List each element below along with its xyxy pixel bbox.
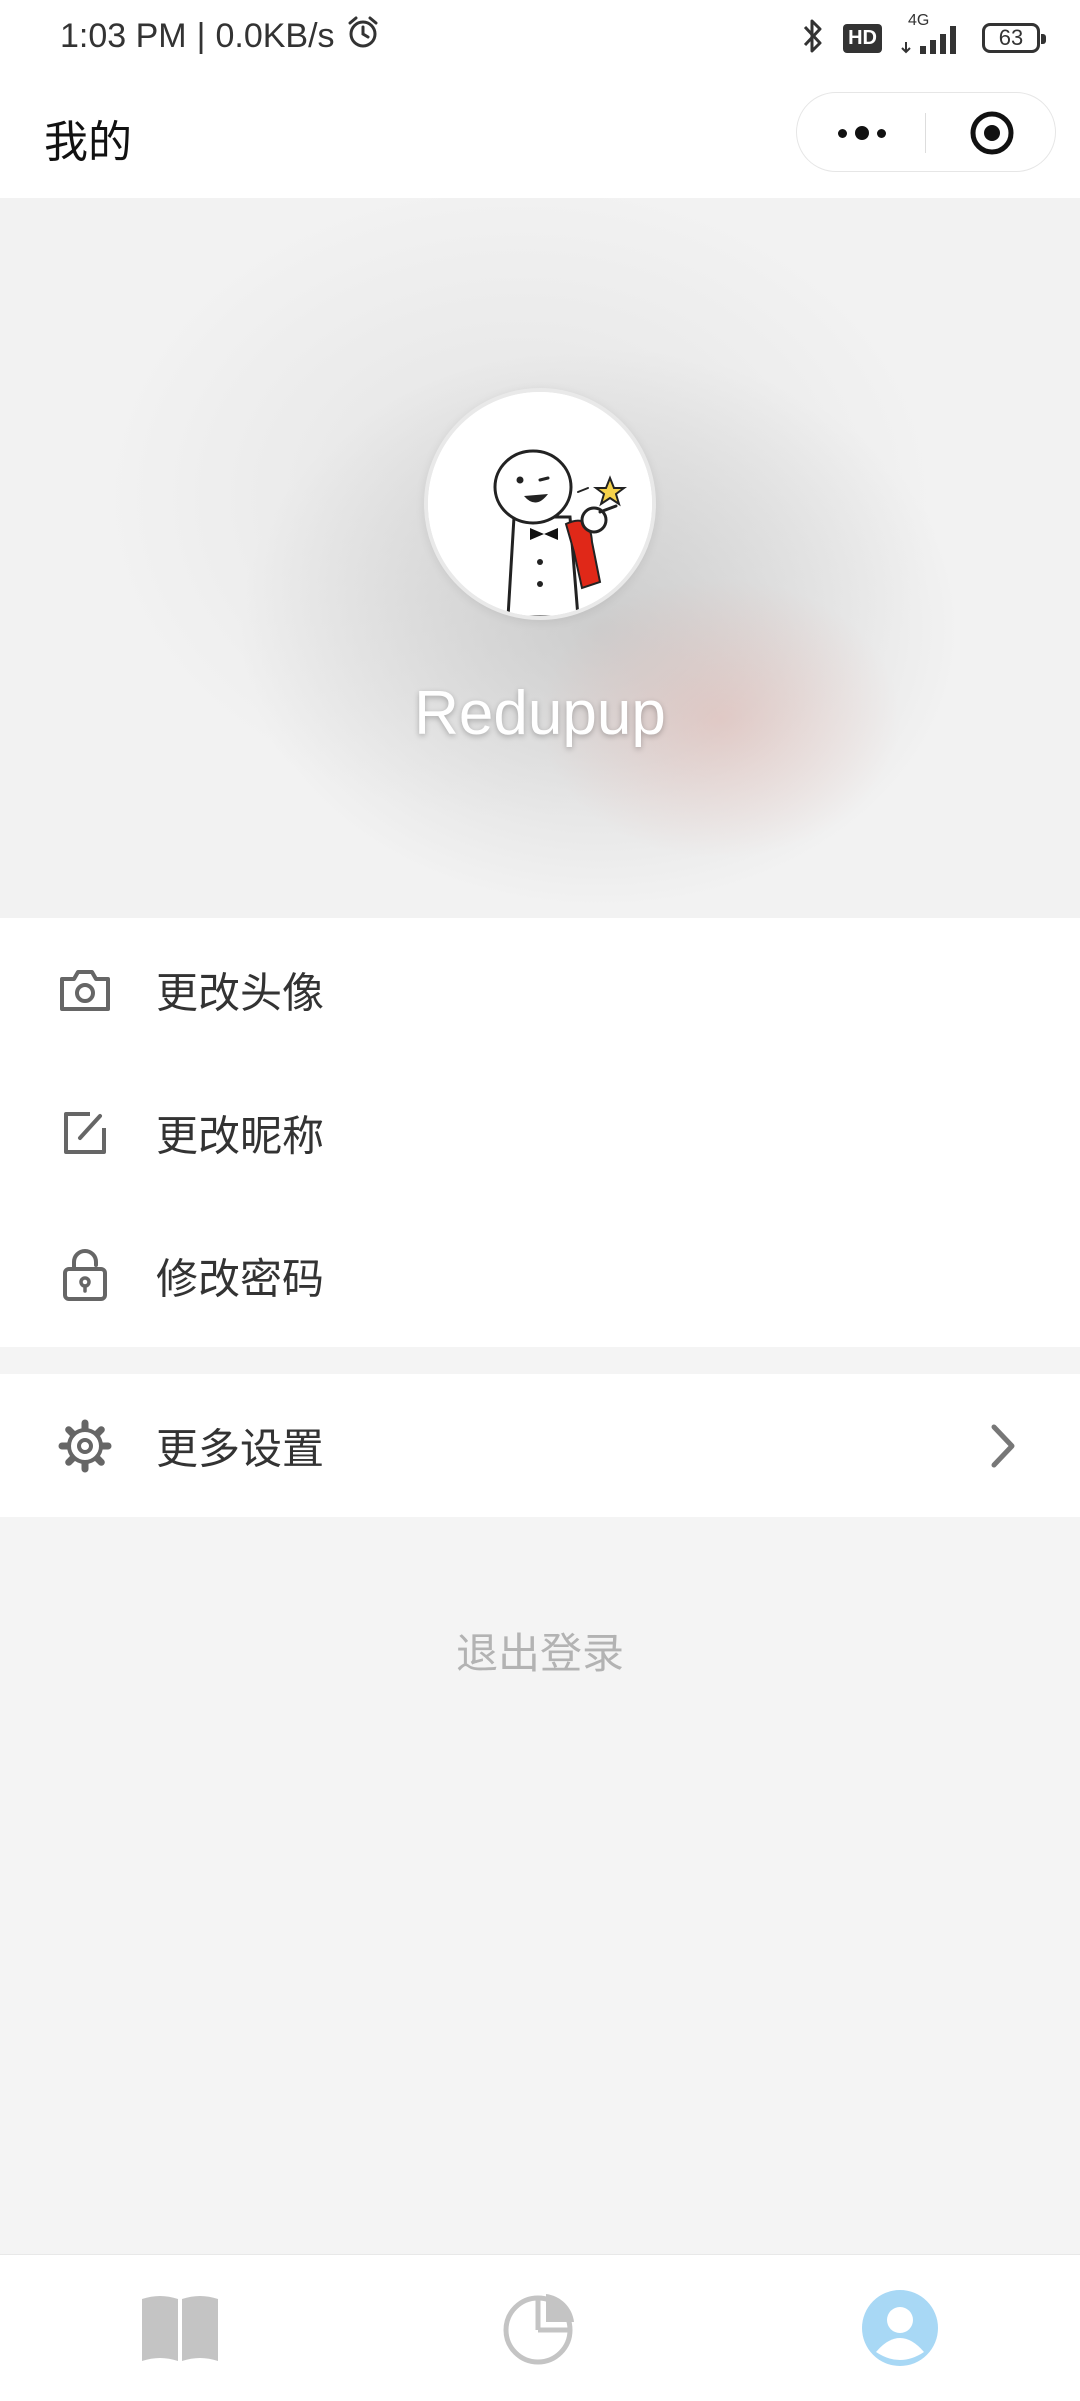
tab-book[interactable] bbox=[0, 2255, 360, 2401]
more-dots-icon[interactable] bbox=[797, 93, 927, 173]
menu-item-label: 更改头像 bbox=[156, 968, 325, 1017]
menu-item-label: 修改密码 bbox=[156, 1254, 325, 1303]
chevron-right-icon bbox=[991, 1424, 1015, 1467]
alarm-icon bbox=[345, 14, 381, 59]
battery-icon: 63 bbox=[982, 23, 1046, 53]
signal-icon: 4G bbox=[900, 12, 964, 58]
book-icon bbox=[142, 2296, 218, 2361]
tab-profile[interactable] bbox=[720, 2255, 1080, 2401]
lock-icon bbox=[58, 1248, 112, 1303]
bluetooth-icon bbox=[801, 17, 825, 60]
avatar[interactable] bbox=[424, 388, 656, 620]
status-time: 1:03 PM bbox=[60, 17, 187, 55]
username: Redupup bbox=[414, 679, 666, 748]
camera-icon bbox=[58, 963, 112, 1017]
tab-statistics[interactable] bbox=[360, 2255, 720, 2401]
capsule-divider bbox=[925, 113, 926, 153]
gear-icon bbox=[58, 1419, 112, 1473]
profile-header: Redupup bbox=[0, 198, 1080, 918]
logout-button[interactable]: 退出登录 bbox=[0, 1620, 1080, 1681]
settings-menu: 更多设置 bbox=[0, 1374, 1080, 1517]
cartoon-avatar bbox=[428, 392, 652, 616]
close-target-icon[interactable] bbox=[927, 93, 1057, 173]
status-separator: | bbox=[196, 17, 206, 55]
status-speed: 0.0KB/s bbox=[215, 17, 335, 55]
menu-item-change-avatar[interactable]: 更改头像 bbox=[0, 918, 1080, 1061]
menu-item-change-nickname[interactable]: 更改昵称 bbox=[0, 1061, 1080, 1204]
nav-bar: 我的 bbox=[0, 76, 1080, 198]
pie-chart-icon bbox=[503, 2294, 574, 2365]
mini-program-capsule bbox=[796, 92, 1056, 172]
battery-level: 63 bbox=[998, 25, 1024, 50]
menu-item-label: 更多设置 bbox=[156, 1424, 325, 1473]
tab-bar bbox=[0, 2254, 1080, 2401]
menu-item-change-password[interactable]: 修改密码 bbox=[0, 1204, 1080, 1347]
menu-item-more-settings[interactable]: 更多设置 bbox=[0, 1374, 1080, 1517]
edit-icon bbox=[58, 1106, 112, 1160]
page-title: 我的 bbox=[44, 117, 132, 168]
status-bar: 1:03 PM | 0.0KB/s HD 4G 63 bbox=[0, 0, 1080, 76]
account-menu: 更改头像 更改昵称 修改密码 bbox=[0, 918, 1080, 1347]
hd-icon: HD bbox=[843, 23, 882, 53]
menu-item-label: 更改昵称 bbox=[156, 1111, 325, 1160]
user-icon bbox=[862, 2290, 938, 2366]
